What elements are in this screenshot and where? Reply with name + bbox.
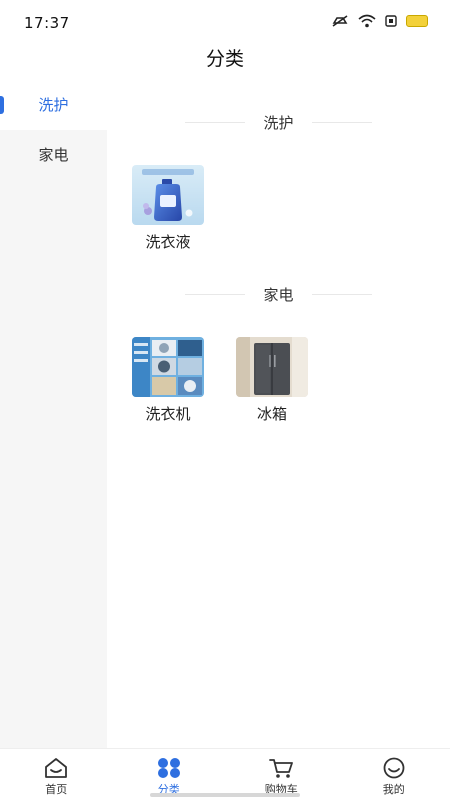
product-image-refrigerator xyxy=(236,337,308,397)
wifi-icon xyxy=(358,14,376,28)
sidebar-item-appliances[interactable]: 家电 xyxy=(0,130,107,180)
section-title: 家电 xyxy=(263,285,294,304)
home-icon xyxy=(45,758,68,778)
tab-home[interactable]: 首页 xyxy=(0,749,113,800)
category-sidebar: 洗护 家电 xyxy=(0,80,107,748)
section-header-appliances: 家电 xyxy=(107,282,450,306)
status-bar: 17:37 xyxy=(0,0,450,44)
divider xyxy=(311,121,372,123)
product-name: 洗衣液 xyxy=(145,233,191,251)
home-indicator xyxy=(150,793,300,797)
sidebar-item-label: 洗护 xyxy=(38,96,69,114)
product-name: 冰箱 xyxy=(256,405,287,423)
cart-icon xyxy=(269,759,294,778)
status-time: 17:37 xyxy=(24,14,70,32)
tab-label: 我的 xyxy=(382,783,405,796)
category-icon xyxy=(157,758,180,778)
product-washing-machine[interactable]: 洗衣机 xyxy=(131,337,205,424)
category-content: 洗护 洗衣液 家电 洗衣机 冰箱 xyxy=(107,80,450,748)
tab-label: 首页 xyxy=(45,783,68,796)
divider xyxy=(185,121,246,123)
product-image-washing-machine xyxy=(132,337,204,397)
sim-icon xyxy=(385,15,397,27)
silent-icon xyxy=(332,15,348,27)
battery-icon xyxy=(406,15,428,27)
section-header-laundry-care: 洗护 xyxy=(107,110,450,134)
product-name: 洗衣机 xyxy=(145,405,191,423)
sidebar-item-label: 家电 xyxy=(38,146,69,164)
tab-profile[interactable]: 我的 xyxy=(338,749,450,800)
profile-icon xyxy=(383,757,405,779)
product-refrigerator[interactable]: 冰箱 xyxy=(235,337,309,424)
page-title: 分类 xyxy=(205,48,244,70)
sidebar-item-laundry-care[interactable]: 洗护 xyxy=(0,80,107,130)
divider xyxy=(185,293,246,295)
status-icons xyxy=(331,14,428,28)
product-image-detergent xyxy=(132,165,204,225)
section-title: 洗护 xyxy=(263,113,294,132)
product-laundry-detergent[interactable]: 洗衣液 xyxy=(131,165,205,252)
divider xyxy=(311,293,372,295)
